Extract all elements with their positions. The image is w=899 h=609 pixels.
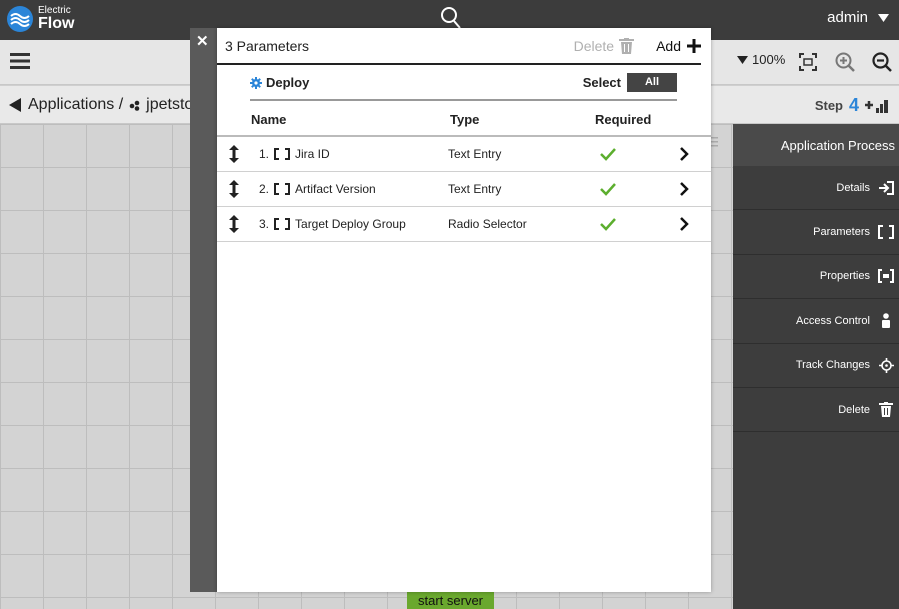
- gear-icon: [250, 76, 262, 89]
- parameter-type: Radio Selector: [448, 217, 527, 231]
- user-menu[interactable]: admin: [827, 9, 889, 26]
- table-row[interactable]: 3. Target Deploy Group Radio Selector: [217, 207, 711, 242]
- sidebar-item-label: Delete: [838, 403, 870, 416]
- drag-handle-icon[interactable]: [227, 180, 241, 198]
- electric-flow-logo-icon: [7, 6, 33, 32]
- brackets-icon: [878, 224, 894, 240]
- add-button-label: Add: [656, 37, 681, 54]
- parameter-index: 2.: [259, 182, 270, 196]
- table-header: Name Type Required: [217, 102, 711, 137]
- breadcrumb: Applications / jpetsto: [8, 96, 193, 114]
- user-name: admin: [827, 9, 868, 26]
- panel-handle-icon[interactable]: [710, 136, 720, 148]
- sidebar-item-label: Access Control: [796, 314, 870, 327]
- parameter-name-label: Jira ID: [295, 147, 330, 161]
- drag-handle-icon[interactable]: [227, 145, 241, 163]
- parameter-name-label: Target Deploy Group: [295, 217, 406, 231]
- parameter-type: Text Entry: [448, 147, 502, 161]
- process-selector-row: Deploy Select All: [250, 66, 677, 101]
- sidebar-item-track-changes[interactable]: Track Changes: [733, 344, 899, 388]
- dialog-header: 3 Parameters Delete Add: [217, 28, 701, 65]
- caret-down-icon: [737, 55, 748, 64]
- delete-button-label: Delete: [573, 37, 615, 54]
- sidebar-item-label: Track Changes: [795, 359, 870, 372]
- column-header-name[interactable]: Name: [251, 112, 286, 127]
- required-check-icon: [600, 183, 616, 196]
- zoom-out-icon[interactable]: [872, 52, 892, 72]
- sidebar-item-details[interactable]: Details: [733, 166, 899, 211]
- plus-icon: [687, 38, 701, 53]
- crosshair-icon: [878, 357, 894, 373]
- search-icon[interactable]: [440, 6, 462, 30]
- zoom-in-icon[interactable]: [835, 52, 855, 72]
- trash-icon: [878, 402, 894, 418]
- drag-handle-icon[interactable]: [227, 215, 241, 233]
- column-header-required[interactable]: Required: [595, 112, 651, 127]
- process-step-node[interactable]: start server: [407, 592, 494, 609]
- step-number: 4: [848, 95, 859, 115]
- breadcrumb-current[interactable]: jpetsto: [146, 96, 193, 114]
- process-name: Deploy: [250, 75, 583, 90]
- parameter-index: 1.: [259, 147, 270, 161]
- chevron-right-icon[interactable]: [679, 217, 689, 231]
- parameter-type-icon: [274, 183, 291, 195]
- add-step-icon[interactable]: [865, 99, 889, 113]
- parameters-count: 3 Parameters: [225, 37, 310, 54]
- sidebar-item-label: Details: [836, 181, 870, 194]
- select-all-button[interactable]: All: [627, 73, 677, 92]
- select-label: Select: [582, 75, 621, 90]
- user-icon: [878, 313, 894, 329]
- step-indicator: Step 4: [815, 95, 889, 116]
- logo-big-text: Flow: [38, 15, 75, 32]
- breadcrumb-applications-link[interactable]: Applications /: [28, 96, 123, 114]
- parameter-index: 3.: [259, 217, 270, 231]
- required-check-icon: [600, 148, 616, 161]
- chevron-right-icon[interactable]: [679, 182, 689, 196]
- process-name-label: Deploy: [266, 75, 310, 90]
- required-check-icon: [600, 218, 616, 231]
- parameter-name: 3. Target Deploy Group: [259, 217, 406, 231]
- sidebar-item-delete[interactable]: Delete: [733, 388, 899, 433]
- parameter-type: Text Entry: [448, 182, 502, 196]
- fit-to-screen-icon[interactable]: [798, 52, 818, 72]
- sidebar-item-parameters[interactable]: Parameters: [733, 210, 899, 255]
- select-control: Select All: [583, 73, 677, 92]
- parameter-type-icon: [274, 218, 291, 230]
- table-row[interactable]: 2. Artifact Version Text Entry: [217, 172, 711, 207]
- parameter-name: 2. Artifact Version: [259, 182, 376, 196]
- table-row[interactable]: 1. Jira ID Text Entry: [217, 137, 711, 172]
- arrow-into-box-icon: [878, 180, 894, 196]
- sidebar-title: Application Process: [733, 124, 899, 166]
- zoom-dropdown[interactable]: 100%: [737, 52, 785, 67]
- back-arrow-icon[interactable]: [8, 98, 22, 112]
- parameter-name-label: Artifact Version: [295, 182, 376, 196]
- app-logo[interactable]: Electric Flow: [6, 5, 74, 33]
- zoom-level: 100%: [752, 52, 786, 67]
- parameters-dialog: 3 Parameters Delete Add Deploy Select Al…: [217, 28, 711, 592]
- modal-frame: [190, 28, 217, 592]
- sidebar-item-label: Properties: [819, 270, 870, 283]
- right-sidebar: Application Process Details Parameters P…: [733, 124, 899, 609]
- close-icon[interactable]: ✕: [196, 32, 209, 50]
- sidebar-item-label: Parameters: [813, 226, 870, 239]
- chevron-down-icon: [878, 13, 889, 22]
- parameter-name: 1. Jira ID: [259, 147, 330, 161]
- add-button[interactable]: Add: [656, 38, 701, 54]
- sidebar-item-access-control[interactable]: Access Control: [733, 299, 899, 344]
- properties-icon: [878, 268, 894, 284]
- sidebar-item-properties[interactable]: Properties: [733, 255, 899, 300]
- chevron-right-icon[interactable]: [679, 147, 689, 161]
- step-label: Step: [814, 98, 843, 113]
- delete-button[interactable]: Delete: [573, 37, 635, 54]
- application-icon: [129, 100, 140, 111]
- parameter-type-icon: [274, 148, 291, 160]
- column-header-type[interactable]: Type: [450, 112, 479, 127]
- hamburger-menu-icon[interactable]: [10, 53, 30, 69]
- trash-icon: [619, 37, 635, 54]
